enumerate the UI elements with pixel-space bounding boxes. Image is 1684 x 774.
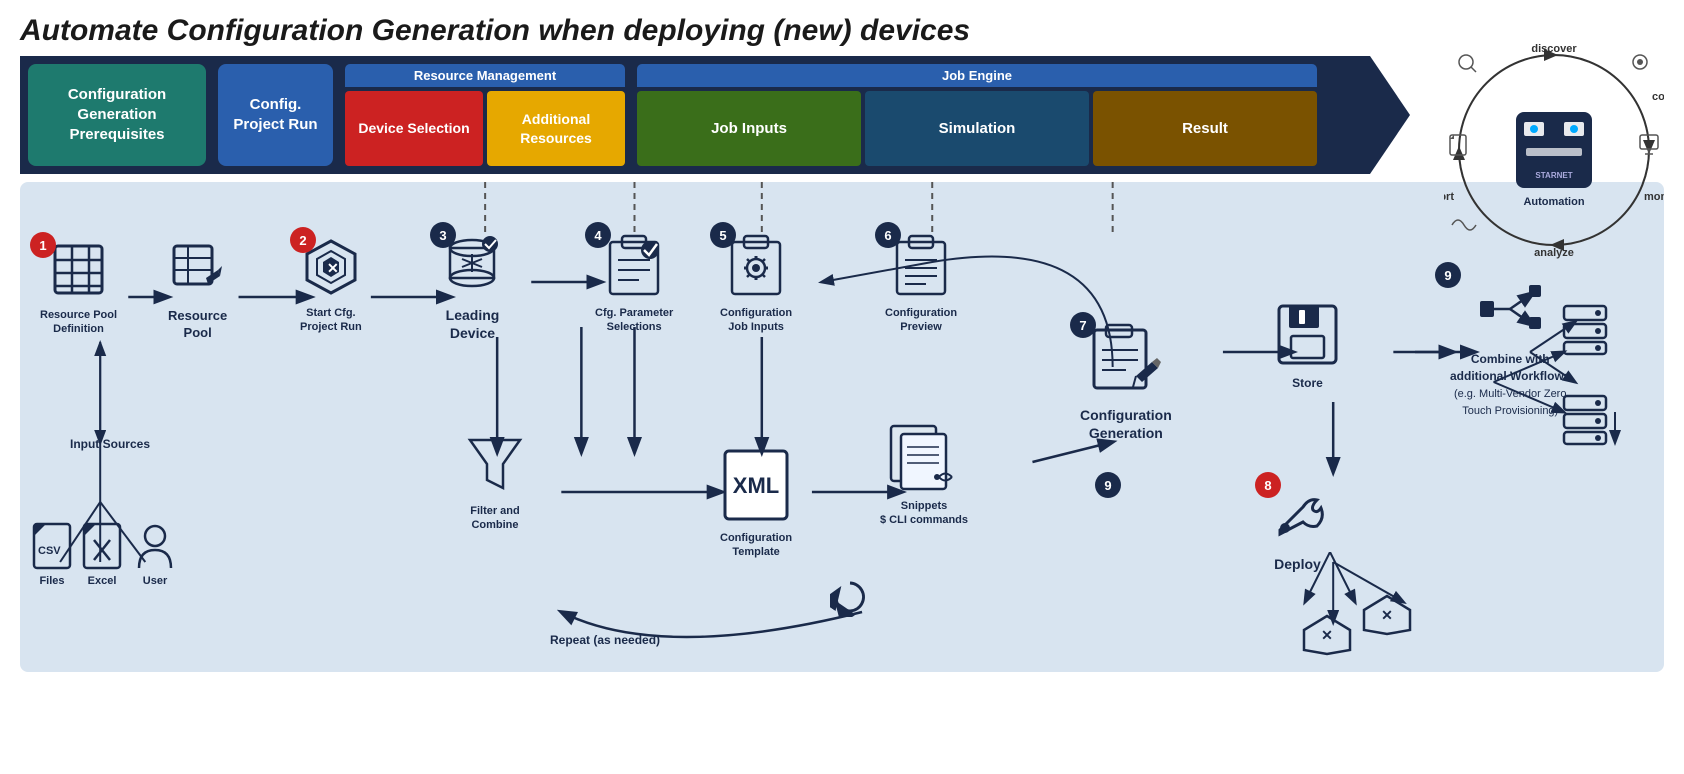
resource-mgmt-items: Device Selection Additional Resources <box>345 91 625 166</box>
header-section: Configuration Generation Prerequisites C… <box>20 56 1664 174</box>
simulation-box: Simulation <box>865 91 1089 166</box>
start-cfg-label: Start Cfg.Project Run <box>300 306 362 335</box>
node-combine-workflows: Combine withadditional Workflows(e.g. Mu… <box>1450 277 1570 419</box>
badge-6: 6 <box>875 222 901 248</box>
node-files: CSV Files <box>32 522 72 587</box>
node-cfg-template: XML ConfigurationTemplate <box>720 447 792 560</box>
node-user: User <box>135 522 175 587</box>
node-server-1 <box>1560 302 1610 362</box>
excel-icon <box>82 522 122 575</box>
prereq-label: Configuration Generation Prerequisites <box>36 85 198 146</box>
robot-section: discover configure monitor analyze repor… <box>1444 40 1664 260</box>
repeat-label: Repeat (as needed) <box>550 633 660 647</box>
cfg-job-inputs-label: ConfigurationJob Inputs <box>720 306 792 335</box>
combine-icon <box>1478 277 1543 347</box>
job-engine-section: Job Engine Job Inputs Simulation Result <box>637 64 1317 166</box>
node-excel: Excel <box>82 522 122 587</box>
deploy-label: Deploy <box>1274 556 1321 572</box>
node-cfg-preview: 6 ConfigurationPreview <box>885 232 957 335</box>
cfg-param-label: Cfg. ParameterSelections <box>595 306 673 335</box>
resource-mgmt-header: Resource Management <box>345 64 625 87</box>
svg-text:Automation: Automation <box>1523 196 1584 208</box>
node-resource-pool-def: 1 Resource PoolDefinition <box>40 242 117 337</box>
user-icon <box>135 522 175 575</box>
node-server-2 <box>1560 392 1610 452</box>
node-filter-combine: Filter andCombine <box>465 432 525 533</box>
filter-combine-label: Filter andCombine <box>470 504 520 533</box>
job-engine-header: Job Engine <box>637 64 1317 87</box>
svg-text:discover: discover <box>1531 43 1577 55</box>
node-store: Store <box>1275 302 1340 390</box>
svg-text:✕: ✕ <box>327 260 339 276</box>
badge-2: 2 <box>290 227 316 253</box>
node-start-cfg: 2 ✕ Start Cfg.Project Run <box>300 237 362 335</box>
prereq-box: Configuration Generation Prerequisites <box>28 64 206 166</box>
svg-text:report: report <box>1444 191 1454 203</box>
cfg-param-icon <box>604 232 664 302</box>
badge-5: 5 <box>710 222 736 248</box>
svg-text:✕: ✕ <box>1381 607 1393 623</box>
main-container: Automate Configuration Generation when d… <box>0 0 1684 774</box>
store-icon <box>1275 302 1340 372</box>
main-title: Automate Configuration Generation when d… <box>0 0 1684 56</box>
result-box: Result <box>1093 91 1317 166</box>
badge-3: 3 <box>430 222 456 248</box>
device-selection-box: Device Selection <box>345 91 483 166</box>
resource-pool-label: ResourcePool <box>168 308 227 342</box>
input-sources-label: Input Sources <box>40 437 180 451</box>
files-icon: CSV <box>32 522 72 575</box>
cfg-job-inputs-icon <box>726 232 786 302</box>
badge-9-below-cfg-gen: 9 <box>1095 472 1121 498</box>
filter-icon <box>465 432 525 502</box>
resource-pool-def-icon <box>51 242 106 304</box>
job-inputs-box: Job Inputs <box>637 91 861 166</box>
combine-label: Combine withadditional Workflows(e.g. Mu… <box>1450 351 1570 419</box>
svg-text:monitor: monitor <box>1644 191 1664 203</box>
cfg-generation-label: ConfigurationGeneration <box>1080 406 1172 442</box>
node-network-device-2: ✕ <box>1300 612 1355 662</box>
diagram-area: 1 Resource PoolDefinition <box>20 182 1664 672</box>
config-project-label: Config. Project Run <box>226 95 325 136</box>
config-project-box: Config. Project Run <box>218 64 333 166</box>
node-resource-pool: ResourcePool <box>168 242 227 342</box>
snippets-icon <box>887 422 962 497</box>
cfg-preview-icon <box>891 232 951 302</box>
excel-label: Excel <box>88 575 117 587</box>
leading-device-label: LeadingDevice <box>446 306 500 342</box>
svg-text:CSV: CSV <box>38 545 61 557</box>
resource-mgmt-section: Resource Management Device Selection Add… <box>345 64 625 166</box>
node-cfg-param: 4 Cfg. ParameterSelections <box>595 232 673 335</box>
svg-text:configure: configure <box>1652 91 1664 103</box>
cfg-template-label: ConfigurationTemplate <box>720 531 792 560</box>
repeat-icon <box>830 577 870 622</box>
additional-resources-box: Additional Resources <box>487 91 625 166</box>
svg-text:analyze: analyze <box>1534 247 1574 259</box>
snippets-label: Snippets$ CLI commands <box>880 499 968 528</box>
badge-1: 1 <box>30 232 56 258</box>
cfg-preview-label: ConfigurationPreview <box>885 306 957 335</box>
node-cfg-job-inputs: 5 ConfigurationJob <box>720 232 792 335</box>
xml-template-icon: XML <box>721 447 791 527</box>
job-engine-items: Job Inputs Simulation Result <box>637 91 1317 166</box>
badge-7: 7 <box>1070 312 1096 338</box>
badge-4: 4 <box>585 222 611 248</box>
files-label: Files <box>39 575 64 587</box>
user-label: User <box>143 575 167 587</box>
resource-pool-def-label: Resource PoolDefinition <box>40 308 117 337</box>
node-leading-device: 3 LeadingDevice <box>440 232 505 342</box>
svg-text:STARNET: STARNET <box>1535 171 1572 180</box>
node-snippets-cli: Snippets$ CLI commands <box>880 422 968 528</box>
node-cfg-generation: 7 ConfigurationGeneration <box>1080 322 1172 442</box>
resource-pool-icon <box>170 242 225 304</box>
node-network-device-1: ✕ <box>1360 592 1415 642</box>
badge-8: 8 <box>1255 472 1281 498</box>
node-deploy: 8 Deploy <box>1265 482 1330 572</box>
cfg-generation-icon <box>1088 322 1163 402</box>
svg-text:✕: ✕ <box>1321 627 1333 643</box>
store-label: Store <box>1292 376 1323 390</box>
svg-text:XML: XML <box>733 473 779 498</box>
